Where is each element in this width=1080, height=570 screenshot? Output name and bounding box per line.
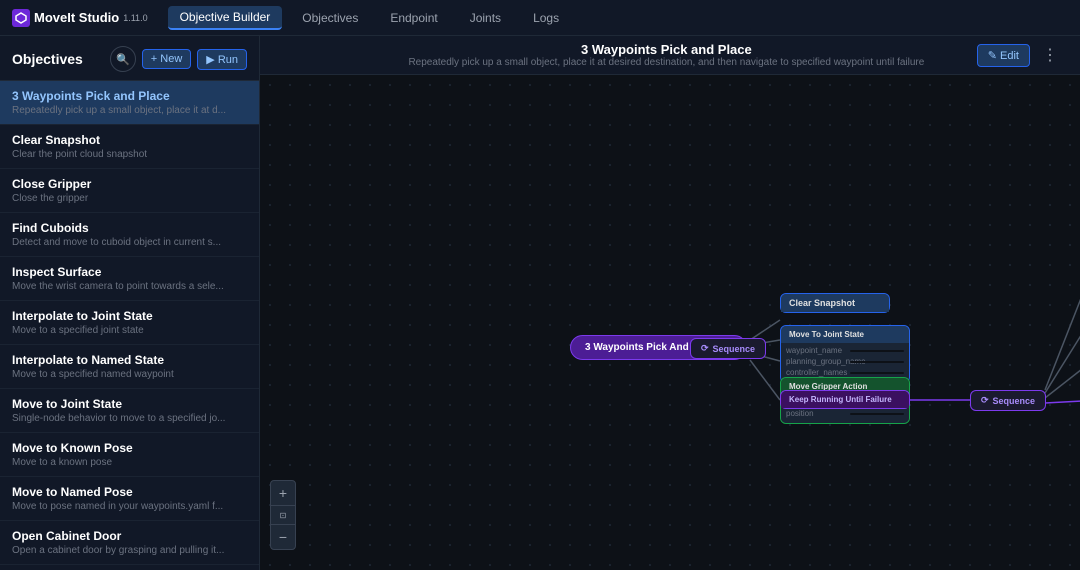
app-version: 1.11.0 bbox=[123, 13, 147, 23]
sequence-label-1: Sequence bbox=[713, 344, 756, 354]
run-button[interactable]: ▶ Run bbox=[197, 49, 247, 70]
sidebar-item-desc-4: Move the wrist camera to point towards a… bbox=[12, 281, 247, 292]
sidebar-item-desc-6: Move to a specified named waypoint bbox=[12, 369, 247, 380]
sidebar-item-title-8: Move to Known Pose bbox=[12, 441, 247, 455]
clear-snapshot-label: Clear Snapshot bbox=[789, 298, 855, 308]
sidebar-item-title-1: Clear Snapshot bbox=[12, 133, 247, 147]
sidebar-list: 3 Waypoints Pick and Place Repeatedly pi… bbox=[0, 81, 259, 570]
sidebar-item-9[interactable]: Move to Named Pose Move to pose named in… bbox=[0, 477, 259, 521]
zoom-fit-button[interactable]: ⊡ bbox=[271, 506, 295, 524]
logo-icon bbox=[12, 9, 30, 27]
sidebar-item-0[interactable]: 3 Waypoints Pick and Place Repeatedly pi… bbox=[0, 81, 259, 125]
move-joint-small-label: Move To Joint State bbox=[789, 330, 864, 339]
sidebar-actions: 🔍 + New ▶ Run bbox=[110, 46, 247, 72]
sidebar-item-title-0: 3 Waypoints Pick and Place bbox=[12, 89, 247, 103]
canvas-toolbar: 3 Waypoints Pick and Place Repeatedly pi… bbox=[260, 36, 1080, 75]
zoom-in-button[interactable]: + bbox=[271, 481, 295, 505]
sidebar-item-6[interactable]: Interpolate to Named State Move to a spe… bbox=[0, 345, 259, 389]
sequence-node-1[interactable]: ⟳ Sequence bbox=[690, 338, 766, 359]
sidebar-item-10[interactable]: Open Cabinet Door Open a cabinet door by… bbox=[0, 521, 259, 565]
sidebar-item-desc-5: Move to a specified joint state bbox=[12, 325, 247, 336]
sidebar-item-11[interactable]: Open Gripper Open the gripper bbox=[0, 565, 259, 570]
canvas-title: 3 Waypoints Pick and Place bbox=[356, 42, 977, 57]
edit-button[interactable]: ✎ Edit bbox=[977, 44, 1030, 67]
flow-canvas[interactable]: 3 Waypoints Pick And Place ✕ ⟳ Sequence … bbox=[260, 75, 1080, 570]
keep-running-label: Keep Running Until Failure bbox=[789, 395, 892, 404]
sidebar-item-3[interactable]: Find Cuboids Detect and move to cuboid o… bbox=[0, 213, 259, 257]
canvas-subtitle: Repeatedly pick up a small object, place… bbox=[356, 57, 977, 68]
connections-svg bbox=[260, 75, 1080, 570]
nav-objective-builder[interactable]: Objective Builder bbox=[168, 6, 283, 30]
more-button[interactable]: ⋮ bbox=[1036, 43, 1064, 67]
sidebar-item-desc-0: Repeatedly pick up a small object, place… bbox=[12, 105, 247, 116]
sidebar-item-title-9: Move to Named Pose bbox=[12, 485, 247, 499]
sequence-icon-1: ⟳ bbox=[701, 343, 709, 354]
sequence-node-2[interactable]: ⟳ Sequence bbox=[970, 390, 1046, 411]
main-content: Objectives 🔍 + New ▶ Run 3 Waypoints Pic… bbox=[0, 36, 1080, 570]
nav-logs[interactable]: Logs bbox=[521, 7, 571, 29]
sidebar-item-title-6: Interpolate to Named State bbox=[12, 353, 247, 367]
sidebar-header: Objectives 🔍 + New ▶ Run bbox=[0, 36, 259, 81]
sidebar-item-desc-8: Move to a known pose bbox=[12, 457, 247, 468]
sidebar-item-desc-2: Close the gripper bbox=[12, 193, 247, 204]
move-joint-small-node[interactable]: Move To Joint State waypoint_name planni… bbox=[780, 325, 910, 383]
top-nav: MoveIt Studio 1.11.0 Objective Builder O… bbox=[0, 0, 1080, 36]
sidebar-item-title-2: Close Gripper bbox=[12, 177, 247, 191]
nav-joints[interactable]: Joints bbox=[458, 7, 513, 29]
nav-endpoint[interactable]: Endpoint bbox=[378, 7, 449, 29]
clear-snapshot-node[interactable]: Clear Snapshot bbox=[780, 293, 890, 313]
sidebar-item-title-10: Open Cabinet Door bbox=[12, 529, 247, 543]
sidebar-item-desc-10: Open a cabinet door by grasping and pull… bbox=[12, 545, 247, 556]
zoom-out-button[interactable]: − bbox=[271, 525, 295, 549]
sidebar-title: Objectives bbox=[12, 51, 83, 67]
sequence-label-2: Sequence bbox=[993, 396, 1036, 406]
sidebar-item-title-3: Find Cuboids bbox=[12, 221, 247, 235]
search-button[interactable]: 🔍 bbox=[110, 46, 136, 72]
sidebar-item-title-4: Inspect Surface bbox=[12, 265, 247, 279]
keep-running-node[interactable]: Keep Running Until Failure bbox=[780, 390, 910, 409]
sidebar-item-title-7: Move to Joint State bbox=[12, 397, 247, 411]
sequence-icon-2: ⟳ bbox=[981, 395, 989, 406]
sidebar-item-desc-9: Move to pose named in your waypoints.yam… bbox=[12, 501, 247, 512]
sidebar-item-7[interactable]: Move to Joint State Single-node behavior… bbox=[0, 389, 259, 433]
zoom-controls: + ⊡ − bbox=[270, 480, 296, 550]
sidebar-item-title-5: Interpolate to Joint State bbox=[12, 309, 247, 323]
sidebar-item-8[interactable]: Move to Known Pose Move to a known pose bbox=[0, 433, 259, 477]
new-button[interactable]: + New bbox=[142, 49, 192, 69]
sidebar-item-desc-1: Clear the point cloud snapshot bbox=[12, 149, 247, 160]
logo-area: MoveIt Studio 1.11.0 bbox=[12, 9, 148, 27]
canvas-area: 3 Waypoints Pick and Place Repeatedly pi… bbox=[260, 36, 1080, 570]
sidebar-item-2[interactable]: Close Gripper Close the gripper bbox=[0, 169, 259, 213]
sidebar-item-desc-7: Single-node behavior to move to a specif… bbox=[12, 413, 247, 424]
sidebar: Objectives 🔍 + New ▶ Run 3 Waypoints Pic… bbox=[0, 36, 260, 570]
sidebar-item-desc-3: Detect and move to cuboid object in curr… bbox=[12, 237, 247, 248]
sidebar-item-1[interactable]: Clear Snapshot Clear the point cloud sna… bbox=[0, 125, 259, 169]
sidebar-item-5[interactable]: Interpolate to Joint State Move to a spe… bbox=[0, 301, 259, 345]
sidebar-item-4[interactable]: Inspect Surface Move the wrist camera to… bbox=[0, 257, 259, 301]
canvas-title-area: 3 Waypoints Pick and Place Repeatedly pi… bbox=[356, 42, 977, 68]
nav-objectives[interactable]: Objectives bbox=[290, 7, 370, 29]
app-name: MoveIt Studio bbox=[34, 10, 119, 25]
